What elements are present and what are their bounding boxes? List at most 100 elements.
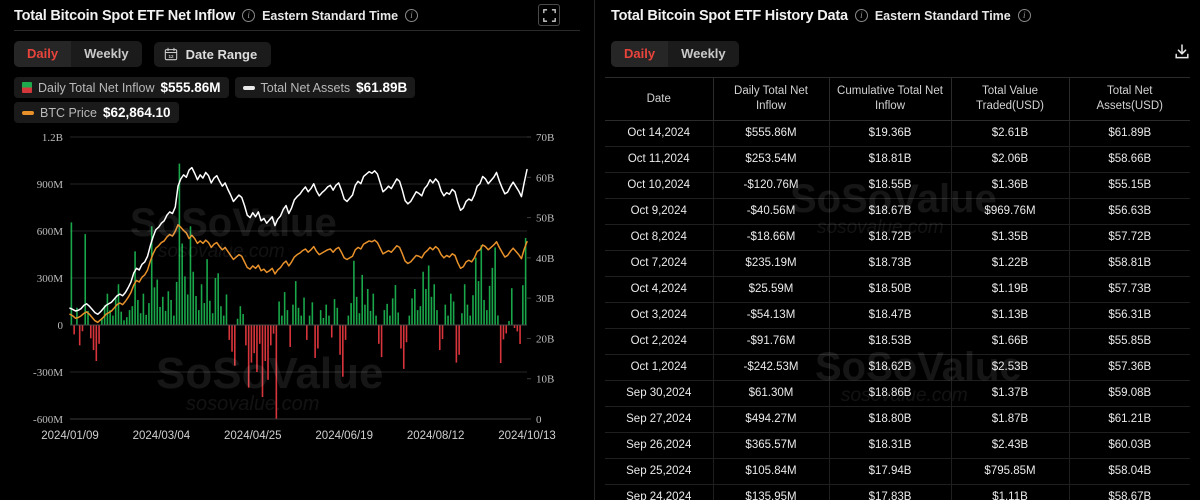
table-row[interactable]: Sep 30,2024 $61.30M $18.86B $1.37B $59.08B — [605, 380, 1190, 407]
chart-bar — [355, 296, 358, 325]
table-body: Oct 14,2024 $555.86M $19.36B $2.61B $61.89B O… — [605, 120, 1190, 500]
cell-total-value-traded: $1.35B — [951, 224, 1070, 251]
tab-weekly[interactable]: Weekly — [668, 41, 739, 67]
cell-total-net-assets: $58.66B — [1069, 146, 1190, 173]
chart-bar — [422, 271, 424, 325]
chart-bar — [267, 325, 269, 380]
tab-daily[interactable]: Daily — [14, 41, 72, 67]
chart-bar — [236, 318, 239, 325]
bar-swatch-icon — [22, 82, 32, 93]
chart-bar — [519, 325, 521, 344]
y-axis-right-tick: 30B — [536, 293, 554, 305]
chart-bar — [175, 281, 178, 325]
cell-date: Oct 14,2024 — [605, 120, 714, 147]
table-row[interactable]: Oct 2,2024 -$91.76M $18.53B $1.66B $55.85B — [605, 328, 1190, 355]
col-header-cumulative-net-inflow[interactable]: Cumulative Total Net Inflow — [829, 77, 952, 121]
chart-bar — [161, 296, 164, 325]
page-title: Total Bitcoin Spot ETF Net Inflow — [14, 7, 236, 24]
table-row[interactable]: Oct 4,2024 $25.59M $18.50B $1.19B $57.73B — [605, 276, 1190, 303]
chart-bar — [170, 299, 172, 325]
fullscreen-icon[interactable] — [538, 4, 560, 26]
table-row[interactable]: Oct 10,2024 -$120.76M $18.55B $1.36B $55.15B — [605, 172, 1190, 199]
table-row[interactable]: Oct 14,2024 $555.86M $19.36B $2.61B $61.89B — [605, 120, 1190, 147]
inflow-chart[interactable]: SoSoValue sosovalue.com SoSoValue sosova… — [8, 129, 587, 464]
table-row[interactable]: Oct 9,2024 -$40.56M $18.67B $969.76M $56.63B — [605, 198, 1190, 225]
chart-bar — [427, 265, 430, 325]
info-icon[interactable]: i — [405, 9, 419, 22]
chart-bar — [209, 300, 211, 325]
cell-total-net-assets: $56.63B — [1069, 198, 1190, 225]
table-row[interactable]: Sep 25,2024 $105.84M $17.94B $795.85M $58.04… — [605, 458, 1190, 485]
cell-daily-net-inflow: $494.27M — [713, 406, 830, 433]
info-icon[interactable]: i — [1017, 9, 1031, 22]
info-icon[interactable]: i — [854, 9, 868, 22]
chart-bar — [474, 257, 477, 325]
tab-daily[interactable]: Daily — [611, 41, 669, 67]
cell-total-value-traded: $1.13B — [951, 302, 1070, 329]
chart-bar — [181, 243, 183, 325]
cell-total-value-traded: $2.61B — [951, 120, 1070, 147]
table-row[interactable]: Oct 8,2024 -$18.66M $18.72B $1.35B $57.72B — [605, 224, 1190, 251]
chart-bar — [469, 315, 472, 325]
chart-bar — [411, 298, 413, 325]
cell-cumulative-net-inflow: $18.50B — [829, 276, 952, 303]
table-header-row: Date Daily Total Net Inflow Cumulative T… — [605, 77, 1190, 121]
chart-bar — [375, 315, 377, 325]
cell-cumulative-net-inflow: $18.67B — [829, 198, 952, 225]
chart-bar — [314, 325, 316, 358]
table-row[interactable]: Sep 24,2024 $135.95M $17.83B $1.11B $58.67B — [605, 484, 1190, 500]
cell-cumulative-net-inflow: $18.72B — [829, 224, 952, 251]
legend-value: $555.86M — [160, 80, 221, 95]
y-axis-left-tick: -300M — [33, 367, 63, 379]
chart-bar — [95, 325, 98, 362]
legend-total-net-assets[interactable]: Total Net Assets $61.89B — [234, 77, 416, 98]
chart-bar — [361, 274, 363, 325]
legend-row-2: BTC Price $62,864.10 — [14, 102, 580, 123]
col-header-daily-net-inflow[interactable]: Daily Total Net Inflow — [713, 77, 830, 121]
table-row[interactable]: Sep 26,2024 $365.57M $18.31B $2.43B $60.03B — [605, 432, 1190, 459]
cell-daily-net-inflow: $61.30M — [713, 380, 830, 407]
chart-bar — [430, 296, 433, 325]
info-icon[interactable]: i — [242, 9, 256, 22]
y-axis-right-tick: 70B — [536, 132, 554, 144]
chart-bar — [480, 245, 483, 325]
cell-total-net-assets: $58.81B — [1069, 250, 1190, 277]
table-row[interactable]: Sep 27,2024 $494.27M $18.80B $1.87B $61.21B — [605, 406, 1190, 433]
table-row[interactable]: Oct 11,2024 $253.54M $18.81B $2.06B $58.66B — [605, 146, 1190, 173]
chart-bar — [297, 307, 300, 325]
chart-bar — [452, 301, 455, 325]
col-header-total-net-assets[interactable]: Total Net Assets(USD) — [1069, 77, 1190, 121]
y-axis-right-tick: 10B — [536, 374, 554, 386]
chart-bar — [73, 325, 75, 335]
cell-total-value-traded: $1.66B — [951, 328, 1070, 355]
table-row[interactable]: Oct 1,2024 -$242.53M $18.62B $2.53B $57.36B — [605, 354, 1190, 381]
cell-total-value-traded: $969.76M — [951, 198, 1070, 225]
chart-bar — [253, 325, 255, 354]
tab-weekly[interactable]: Weekly — [71, 41, 142, 67]
y-axis-right-tick: 60B — [536, 172, 554, 184]
calendar-icon: 12 — [164, 47, 177, 61]
legend-daily-net-inflow[interactable]: Daily Total Net Inflow $555.86M — [14, 77, 229, 98]
chart-bar — [92, 325, 95, 351]
cell-daily-net-inflow: -$54.13M — [713, 302, 830, 329]
legend-btc-price[interactable]: BTC Price $62,864.10 — [14, 102, 179, 123]
chart-bar — [380, 325, 383, 358]
total-net-assets-line — [69, 166, 528, 316]
cell-cumulative-net-inflow: $18.55B — [829, 172, 952, 199]
download-icon[interactable] — [1170, 40, 1194, 64]
col-header-total-value-traded[interactable]: Total Value Traded(USD) — [951, 77, 1070, 121]
chart-bar — [317, 325, 319, 349]
col-header-date[interactable]: Date — [605, 77, 714, 121]
table-row[interactable]: Oct 7,2024 $235.19M $18.73B $1.22B $58.81B — [605, 250, 1190, 277]
chart-bar — [458, 325, 460, 355]
table-row[interactable]: Oct 3,2024 -$54.13M $18.47B $1.13B $56.31B — [605, 302, 1190, 329]
timezone-label: Eastern Standard Time — [262, 8, 399, 23]
table-header: Date Daily Total Net Inflow Cumulative T… — [605, 77, 1190, 121]
chart-bar — [447, 315, 449, 325]
chart-bar — [450, 293, 452, 325]
cell-daily-net-inflow: -$40.56M — [713, 198, 830, 225]
chart-bar — [211, 313, 214, 325]
date-range-button[interactable]: 12 Date Range — [153, 41, 272, 67]
cell-date: Oct 2,2024 — [605, 328, 714, 355]
net-inflow-panel: Total Bitcoin Spot ETF Net Inflow i East… — [0, 0, 595, 500]
